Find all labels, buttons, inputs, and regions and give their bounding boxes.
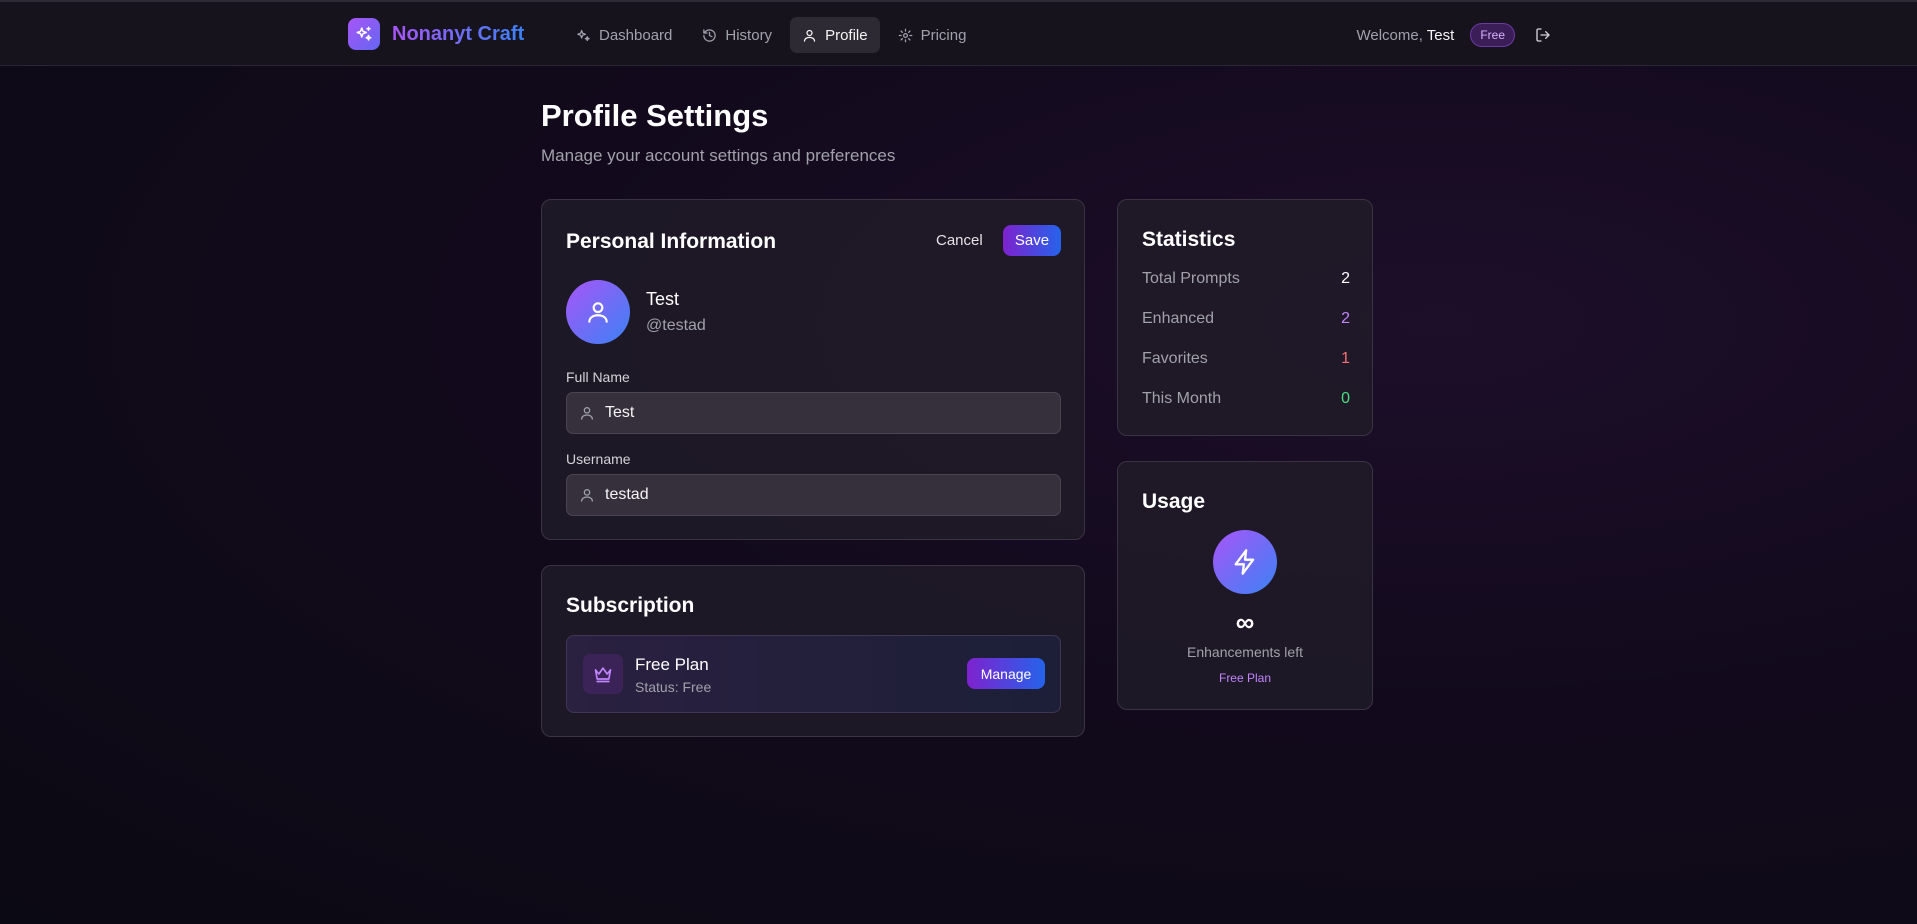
stat-label: This Month [1142,390,1222,407]
stat-value: 0 [1341,390,1350,407]
logout-button[interactable] [1533,25,1553,45]
crown-icon [583,654,623,694]
avatar [566,280,630,344]
nav-item-label: Dashboard [599,26,673,44]
personal-information-card: Personal Information Cancel Save Test @t… [541,199,1085,540]
manage-button[interactable]: Manage [967,658,1045,689]
main-nav: Dashboard History Profile Pricing [564,17,978,53]
statistics-card: Statistics Total Prompts 2 Enhanced 2 Fa… [1117,199,1373,436]
sparkles-icon [577,29,590,41]
stat-value: 2 [1341,270,1350,287]
full-name-label: Full Name [566,369,630,385]
nav-item-history[interactable]: History [690,17,784,53]
cancel-button[interactable]: Cancel [936,232,983,249]
profile-display-name: Test [646,289,680,309]
stat-label: Total Prompts [1142,270,1240,287]
usage-plan-link[interactable]: Free Plan [1118,671,1372,685]
stat-row-this-month: This Month 0 [1142,390,1350,408]
stat-row-enhanced: Enhanced 2 [1142,310,1350,328]
brand[interactable]: Nonanyt Craft [348,18,524,50]
subscription-card: Subscription Free Plan Status: Free Mana… [541,565,1085,737]
full-name-field [566,392,1061,434]
logout-icon [1536,28,1550,42]
tier-badge: Free [1470,23,1515,47]
username-input[interactable] [605,486,1045,504]
profile-handle: @testad [646,317,706,334]
brand-name: Nonanyt Craft [392,22,525,45]
stat-value: 1 [1341,350,1350,367]
usage-card: Usage ∞ Enhancements left Free Plan [1117,461,1373,710]
gear-icon [898,28,912,42]
card-title: Usage [1142,490,1206,513]
plan-box: Free Plan Status: Free Manage [566,635,1061,713]
usage-value: ∞ [1235,607,1255,637]
page-title: Profile Settings [541,98,769,133]
save-button[interactable]: Save [1003,225,1061,256]
full-name-input[interactable] [605,404,1045,422]
stat-label: Favorites [1142,350,1208,367]
stat-label: Enhanced [1142,310,1215,327]
card-title: Statistics [1142,228,1236,251]
user-icon [581,407,593,420]
page-subtitle: Manage your account settings and prefere… [541,146,896,165]
username-field [566,474,1061,516]
username-label: Username [566,451,631,467]
lightning-icon [1213,530,1277,594]
user-icon [588,302,608,323]
welcome-text: Welcome, Test [1356,26,1455,44]
top-navigation-bar: Nonanyt Craft Dashboard History Profile [0,0,1917,66]
nav-item-label: Profile [825,26,868,44]
nav-item-label: Pricing [920,26,967,44]
user-icon [803,29,816,42]
stat-value: 2 [1341,310,1350,327]
sparkles-icon [348,18,380,50]
stat-row-total-prompts: Total Prompts 2 [1142,270,1350,288]
card-title: Personal Information [566,230,777,253]
history-icon [703,28,717,42]
usage-caption: Enhancements left [1187,644,1303,660]
user-icon [581,489,593,502]
plan-name: Free Plan [635,655,709,674]
nav-item-label: History [725,26,773,44]
card-title: Subscription [566,594,695,617]
username: Test [1426,26,1455,44]
nav-item-pricing[interactable]: Pricing [886,17,979,53]
user-area: Welcome, Test Free [1356,22,1553,48]
nav-item-dashboard[interactable]: Dashboard [564,17,684,53]
stat-row-favorites: Favorites 1 [1142,350,1350,368]
plan-status: Status: Free [635,679,712,695]
nav-item-profile[interactable]: Profile [790,17,880,53]
